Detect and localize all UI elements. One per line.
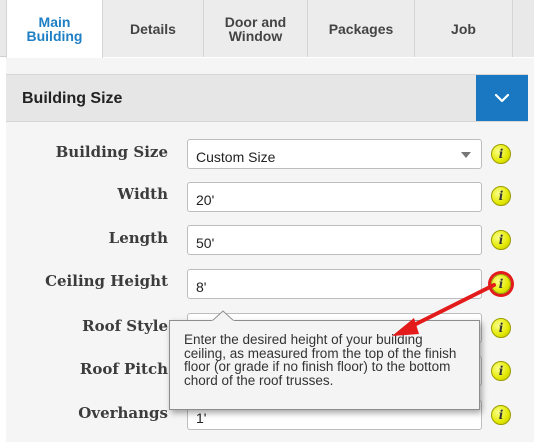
ceiling-height-input[interactable]: 8' xyxy=(187,269,482,299)
dropdown-caret-icon xyxy=(461,152,471,158)
roof-style-label: Roof Style xyxy=(82,317,168,335)
length-input[interactable]: 50' xyxy=(187,225,482,255)
tab-main-building[interactable]: Main Building xyxy=(6,0,103,58)
overhangs-label: Overhangs xyxy=(78,404,168,422)
info-glyph: i xyxy=(498,189,504,203)
info-icon[interactable]: i xyxy=(491,144,511,164)
info-icon[interactable]: i xyxy=(491,318,511,338)
width-value: 20' xyxy=(196,192,215,208)
tooltip-text: Enter the desired height of your buildin… xyxy=(184,332,457,388)
length-label: Length xyxy=(108,229,168,247)
tab-label: Main Building xyxy=(26,14,83,44)
width-label: Width xyxy=(117,185,168,203)
roof-pitch-label: Roof Pitch xyxy=(79,360,168,378)
info-glyph: i xyxy=(498,321,504,335)
tab-label: Job xyxy=(451,20,476,37)
section-header[interactable]: Building Size xyxy=(6,74,528,122)
info-icon-highlighted[interactable]: i xyxy=(491,274,511,294)
info-glyph: i xyxy=(498,233,504,247)
ceiling-height-tooltip: Enter the desired height of your buildin… xyxy=(169,320,480,410)
tab-job[interactable]: Job xyxy=(415,0,513,57)
building-size-value: Custom Size xyxy=(196,149,276,165)
chevron-down-icon xyxy=(494,93,510,103)
info-glyph: i xyxy=(498,277,504,291)
overhangs-value: 1' xyxy=(196,410,207,426)
length-value: 50' xyxy=(196,235,215,251)
info-icon[interactable]: i xyxy=(491,230,511,250)
info-icon[interactable]: i xyxy=(491,186,511,206)
tab-bar-filler xyxy=(513,0,534,57)
info-icon[interactable]: i xyxy=(491,405,511,425)
tab-door-and-window[interactable]: Door and Window xyxy=(204,0,308,57)
tab-label: Details xyxy=(130,20,176,37)
info-icon[interactable]: i xyxy=(491,361,511,381)
info-glyph: i xyxy=(498,408,504,422)
tab-details[interactable]: Details xyxy=(103,0,204,57)
collapse-section-button[interactable] xyxy=(476,75,528,121)
app-frame: Main Building Details Door and Window Pa… xyxy=(0,0,534,442)
info-glyph: i xyxy=(498,147,504,161)
width-input[interactable]: 20' xyxy=(187,182,482,212)
building-size-select[interactable]: Custom Size xyxy=(187,139,482,169)
tab-label: Door and Window xyxy=(224,13,287,44)
tab-packages[interactable]: Packages xyxy=(308,0,415,57)
tab-label: Packages xyxy=(328,20,394,37)
building-size-label: Building Size xyxy=(55,143,168,161)
section-title: Building Size xyxy=(22,90,123,107)
ceiling-height-value: 8' xyxy=(196,279,207,295)
tooltip-pointer xyxy=(212,310,234,322)
ceiling-height-label: Ceiling Height xyxy=(45,272,168,290)
info-glyph: i xyxy=(498,364,504,378)
